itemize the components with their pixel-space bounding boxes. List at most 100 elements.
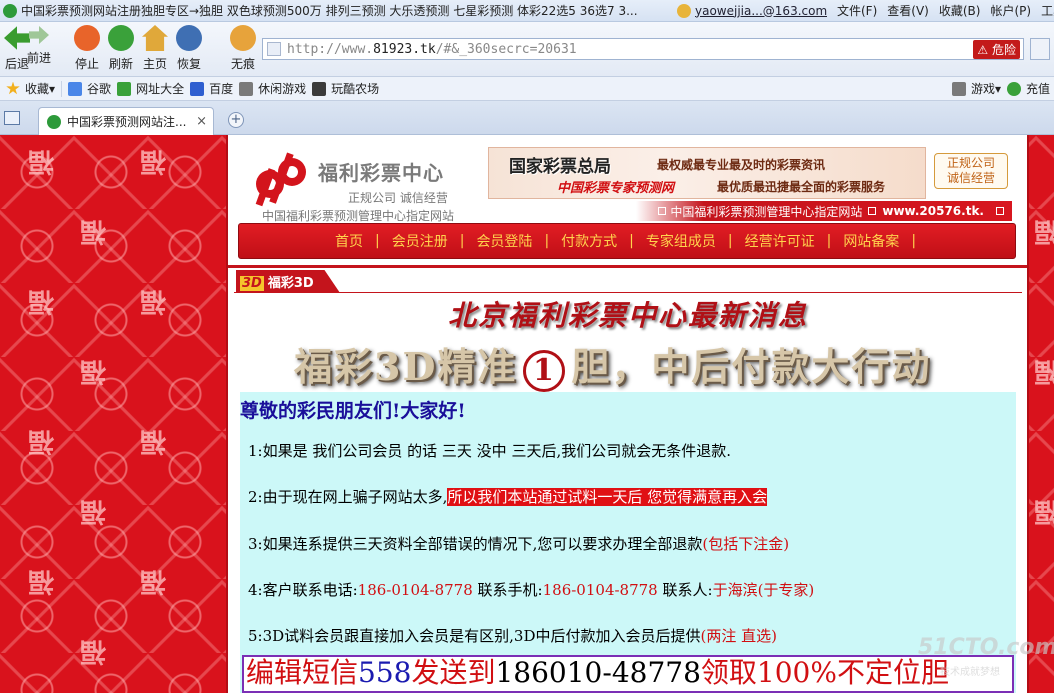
- trust-badge: 正规公司 诚信经营: [934, 153, 1008, 189]
- strip-url[interactable]: www.20576.tk.: [882, 204, 984, 218]
- tab-title: 中国彩票预测网站注...: [67, 115, 187, 129]
- sms-code: 558: [358, 656, 412, 689]
- nav-payment[interactable]: 付款方式: [561, 231, 617, 251]
- sms-phone: 186010-48778: [495, 656, 701, 689]
- menu-view[interactable]: 查看(V): [887, 2, 929, 19]
- page-viewport[interactable]: 福 福 福 福 福 福 福 福 福 福 福 福 福 福 福 福利彩票中心 正规公…: [0, 135, 1054, 693]
- address-bar[interactable]: http://www.81923.tk/#&_360secrc=20631 ⚠ …: [262, 38, 1024, 60]
- fortune-pattern: 福: [140, 286, 167, 316]
- games-label: 游戏: [970, 82, 995, 96]
- fav-google[interactable]: 谷歌: [68, 80, 111, 97]
- user-email[interactable]: yaowejjia...@163.com: [695, 4, 827, 18]
- contact-person: 于海滨(于专家): [712, 581, 815, 599]
- home-button[interactable]: 主页: [138, 25, 172, 72]
- slogan-post: 胆，中后付款大行动: [571, 344, 932, 389]
- address-url[interactable]: http://www.81923.tk/#&_360secrc=20631: [287, 42, 973, 57]
- nav-home[interactable]: 首页: [335, 231, 363, 251]
- fav-games[interactable]: 休闲游戏: [239, 80, 306, 97]
- site-container: 福利彩票中心 正规公司 诚信经营 中国福利彩票预测管理中心指定网站 国家彩票总局…: [226, 135, 1029, 693]
- logo-name: 福利彩票中心: [318, 161, 444, 185]
- sms-text-a: 编辑短信: [246, 656, 359, 689]
- games-menu[interactable]: 游戏 ▾: [951, 80, 1001, 97]
- nav-separator: |: [727, 233, 733, 249]
- badge-line-1: 正规公司: [946, 156, 995, 170]
- fortune-pattern: 福: [1034, 355, 1054, 392]
- contact-mobile[interactable]: 186-0104-8778: [543, 581, 658, 599]
- stop-button[interactable]: 停止: [70, 25, 104, 72]
- fav-baidu[interactable]: 百度: [190, 80, 233, 97]
- section-3d-icon: 3D: [240, 275, 264, 291]
- nav-separator: |: [375, 233, 380, 249]
- square-bullet-icon: [658, 207, 667, 215]
- line3-note: (包括下注金): [702, 535, 790, 553]
- url-domain: 81923.tk: [373, 41, 436, 57]
- restore-button[interactable]: 恢复: [172, 25, 206, 72]
- fortune-pattern: 福: [28, 286, 55, 316]
- banner-tagline-2: 最优质最迅捷最全面的彩票服务: [717, 180, 886, 194]
- fav-hao[interactable]: 网址大全: [117, 80, 184, 97]
- news-headline: 北京福利彩票中心最新消息: [447, 299, 808, 332]
- incognito-label: 无痕: [230, 57, 255, 71]
- nav-register[interactable]: 会员注册: [392, 231, 448, 251]
- header-banner: 国家彩票总局 最权威最专业最及时的彩票资讯 中国彩票专家预测网 最优质最迅捷最全…: [488, 147, 926, 199]
- banner-subtitle: 中国彩票专家预测网: [557, 181, 675, 196]
- sidebar-toggle-icon[interactable]: [4, 111, 20, 125]
- logo-subtitle: 中国福利彩票预测管理中心指定网站: [262, 209, 455, 223]
- nav-separator: |: [911, 233, 917, 249]
- line3-text: 3:如果连系提供三天资料全部错误的情况下,您可以要求办理全部退款: [248, 535, 703, 553]
- banner-title: 国家彩票总局: [509, 157, 611, 177]
- nav-experts[interactable]: 专家组成员: [646, 231, 716, 251]
- tab-active[interactable]: 中国彩票预测网站注... ×: [38, 107, 214, 135]
- circled-number-icon: 1: [523, 349, 566, 392]
- nav-separator: |: [544, 233, 550, 249]
- window-titlebar: 中国彩票预测网站注册独胆专区→独胆 双色球预测500万 排列三预测 大乐透预测 …: [0, 0, 1054, 22]
- recharge-icon: [1006, 81, 1021, 96]
- nav-separator: |: [826, 233, 832, 249]
- forward-arrow-icon: [29, 26, 49, 44]
- incognito-button[interactable]: 无痕: [226, 25, 260, 72]
- menu-file[interactable]: 文件(F): [837, 2, 877, 19]
- fortune-pattern: 福: [1034, 215, 1054, 252]
- notice-panel: 尊敬的彩民朋友们!大家好! 1:如果是 我们公司会员 的话 三天 没中 三天后,…: [240, 392, 1016, 693]
- stop-icon: [74, 25, 100, 51]
- line2-text: 2:由于现在网上骗子网站太多,: [248, 488, 448, 506]
- nav-record[interactable]: 网站备案: [843, 231, 899, 251]
- main-content: 3D 福彩3D 北京福利彩票中心最新消息 福彩3D精准 1 胆，中后付款大行动 尊敬的…: [234, 268, 1022, 693]
- restore-label: 恢复: [176, 57, 201, 71]
- line2-highlight: 所以我们本站通过试料一天后 您觉得满意再入会: [447, 488, 768, 506]
- forward-label: 前进: [26, 51, 51, 65]
- refresh-button[interactable]: 刷新: [104, 25, 138, 72]
- sms-text-b: 发送到: [411, 656, 496, 689]
- watermark-subtitle: 技术成就梦想: [940, 667, 1000, 678]
- fav-farm[interactable]: 玩酷农场: [312, 80, 379, 97]
- banner-tagline-1: 最权威最专业最及时的彩票资讯: [657, 158, 826, 172]
- nav-login[interactable]: 会员登陆: [476, 231, 532, 251]
- new-tab-icon[interactable]: +: [228, 112, 244, 128]
- menu-account[interactable]: 帐户(P): [990, 2, 1031, 19]
- forward-button[interactable]: 前进: [22, 25, 56, 66]
- url-prefix: http://www.: [287, 41, 374, 57]
- tab-close-icon[interactable]: ×: [196, 114, 207, 129]
- fortune-pattern: 福: [80, 496, 107, 526]
- fortune-pattern: 福: [140, 146, 167, 176]
- fortune-pattern: 福: [28, 566, 55, 596]
- page-icon: [267, 42, 281, 56]
- farm-icon: [312, 81, 327, 96]
- line5-text: 5:3D试料会员跟直接加入会员是有区别,3D中后付款加入会员后提供: [248, 627, 701, 645]
- contact-phone[interactable]: 186-0104-8778: [358, 581, 473, 599]
- restore-icon: [176, 25, 202, 51]
- user-avatar-icon[interactable]: [677, 3, 691, 18]
- menu-favorites[interactable]: 收藏(B): [939, 2, 981, 19]
- gamepad-icon: [239, 81, 254, 96]
- menu-tools[interactable]: 工具: [1041, 2, 1054, 19]
- nav-license[interactable]: 经营许可证: [745, 231, 815, 251]
- danger-badge[interactable]: ⚠ 危险: [973, 39, 1020, 59]
- badge-line-2: 诚信经营: [946, 171, 995, 185]
- recharge-label: 充值: [1025, 82, 1050, 96]
- favorites-menu[interactable]: 收藏 ▾: [6, 80, 55, 97]
- recharge-button[interactable]: 充值: [1006, 80, 1050, 97]
- logo-slogan: 正规公司 诚信经营: [348, 191, 448, 205]
- window-title: 中国彩票预测网站注册独胆专区→独胆 双色球预测500万 排列三预测 大乐透预测 …: [21, 4, 638, 18]
- address-dropdown-button[interactable]: [1030, 38, 1050, 60]
- fav-divider: [61, 80, 63, 97]
